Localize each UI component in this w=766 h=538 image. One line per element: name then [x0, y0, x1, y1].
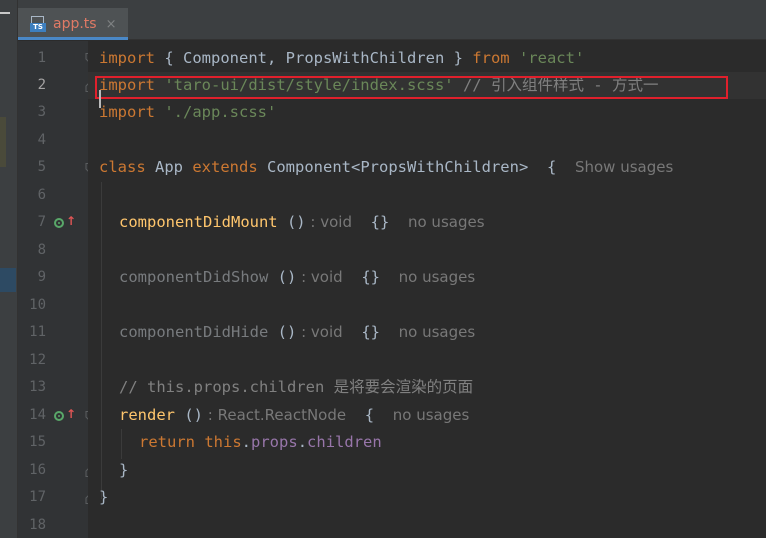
highlight-annotation-box [95, 76, 728, 99]
editor-tab-bar: TS app.ts × [18, 0, 766, 40]
code-line-11[interactable]: componentDidHide () : void {} no usages [119, 319, 766, 346]
collapse-icon[interactable] [0, 12, 10, 14]
line-number: 7 [37, 214, 46, 230]
code-line-16[interactable]: } [119, 457, 766, 484]
code-line-7[interactable]: componentDidMount () : void {} no usages [119, 209, 766, 236]
line-number: 9 [37, 269, 46, 285]
line-number: 17 [29, 489, 46, 505]
line-number: 3 [37, 104, 46, 120]
line-number: 13 [29, 379, 46, 395]
code-line-13[interactable]: // this.props.children 是将要会渲染的页面 [119, 374, 766, 401]
typescript-file-icon: TS [30, 16, 46, 32]
no-usages-hint: no usages [407, 213, 485, 231]
close-icon[interactable]: × [106, 17, 117, 32]
no-usages-hint: no usages [398, 268, 476, 286]
line-number: 5 [37, 159, 46, 175]
override-method-icon[interactable]: ↑ [54, 407, 76, 423]
code-line-17[interactable]: } [99, 484, 766, 511]
line-number: 4 [37, 132, 46, 148]
line-number: 14 [29, 407, 46, 423]
tool-window-strip [0, 0, 18, 538]
code-editor[interactable]: import { Component, PropsWithChildren } … [88, 41, 766, 538]
line-number: 8 [37, 242, 46, 258]
line-number: 11 [29, 324, 46, 340]
line-number: 10 [29, 297, 46, 313]
line-number-current: 2 [37, 77, 46, 93]
no-usages-hint: no usages [392, 406, 470, 424]
code-line-9[interactable]: componentDidShow () : void {} no usages [119, 264, 766, 291]
no-usages-hint: no usages [398, 323, 476, 341]
line-number: 16 [29, 462, 46, 478]
code-line-3[interactable]: import './app.scss' [99, 99, 766, 126]
scroll-marker [0, 268, 16, 292]
override-method-icon[interactable]: ↑ [54, 214, 76, 230]
line-number: 15 [29, 434, 46, 450]
line-number: 1 [37, 50, 46, 66]
code-line-14[interactable]: render () : React.ReactNode { no usages [119, 402, 766, 429]
tab-label: app.ts [53, 16, 97, 32]
line-number: 18 [29, 517, 46, 533]
tab-app-ts[interactable]: TS app.ts × [18, 8, 128, 40]
code-line-5[interactable]: class App extends Component<PropsWithChi… [99, 154, 766, 181]
line-number-gutter: 1 2 3 4 5 6 7 8 9 10 11 12 13 14 15 16 1… [18, 41, 95, 538]
show-usages-hint[interactable]: Show usages [575, 158, 673, 176]
bookmark-marker [0, 117, 6, 167]
code-line-15[interactable]: return this.props.children [139, 429, 766, 456]
code-line-1[interactable]: import { Component, PropsWithChildren } … [99, 45, 766, 72]
line-number: 12 [29, 352, 46, 368]
line-number: 6 [37, 187, 46, 203]
